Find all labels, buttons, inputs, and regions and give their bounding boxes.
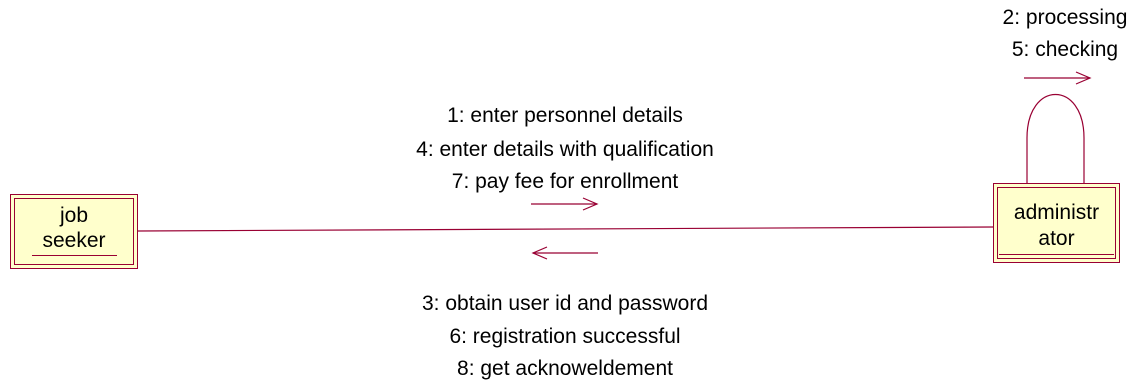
object-administrator-underline: [999, 254, 1114, 255]
forward-message-label-1: 1: enter personnel details: [447, 104, 683, 127]
object-job-seeker[interactable]: job seeker: [10, 194, 138, 269]
self-message-arrow: [1024, 71, 1092, 85]
return-message-label-3: 8: get acknoweldement: [457, 357, 673, 380]
object-administrator-label-line1: administr: [1013, 201, 1100, 224]
object-job-seeker-label-line1: job: [59, 204, 89, 227]
association-link: [137, 226, 994, 232]
return-message-arrow: [531, 246, 598, 260]
self-loop-link: [1026, 93, 1085, 183]
object-administrator-label-line2: ator: [1038, 227, 1075, 250]
self-message-label-1: 2: processing: [1002, 6, 1128, 29]
forward-message-arrow: [531, 197, 599, 211]
object-job-seeker-label-line2: seeker: [42, 229, 106, 252]
object-administrator[interactable]: administr ator: [993, 183, 1120, 263]
self-message-label-2: 5: checking: [1011, 38, 1119, 61]
forward-message-label-2: 4: enter details with qualification: [416, 138, 714, 161]
return-message-label-2: 6: registration successful: [449, 325, 681, 348]
forward-message-label-3: 7: pay fee for enrollment: [451, 170, 679, 193]
return-message-label-1: 3: obtain user id and password: [421, 292, 708, 315]
object-job-seeker-underline: [32, 255, 117, 256]
